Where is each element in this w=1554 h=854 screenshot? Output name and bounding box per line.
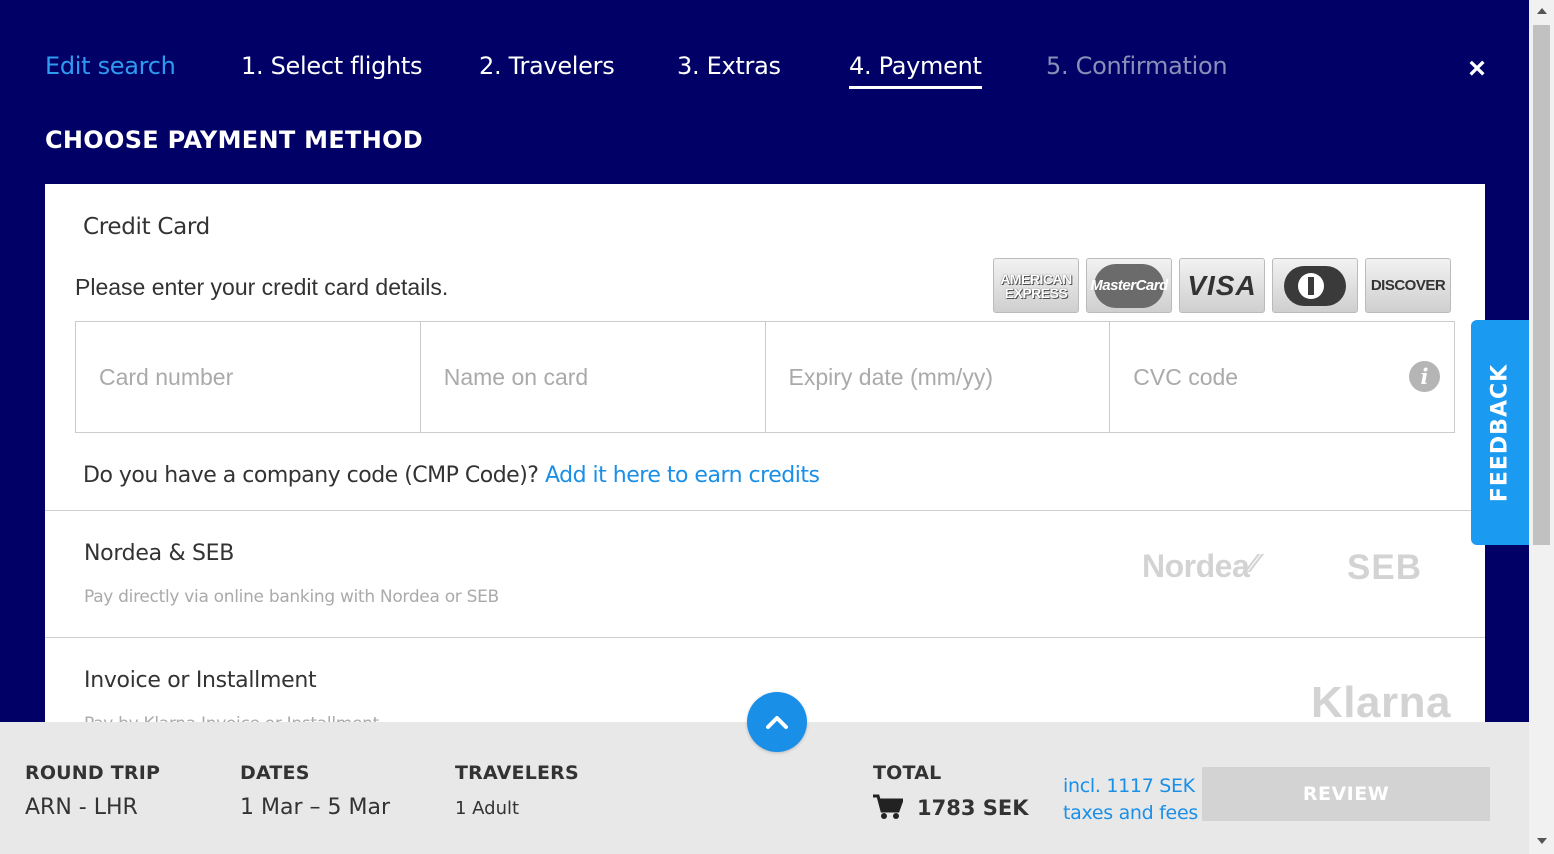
- checkout-steps-nav: Edit search 1. Select flights 2. Travele…: [0, 0, 1529, 110]
- step-payment[interactable]: 4. Payment: [849, 52, 982, 89]
- card-fields-group: i: [75, 321, 1455, 433]
- cart-icon: [873, 794, 903, 819]
- chevron-up-icon: [766, 716, 788, 729]
- divider: [45, 637, 1485, 638]
- amex-logo-icon: AMERICAN EXPRESS: [993, 258, 1079, 313]
- credit-card-title[interactable]: Credit Card: [83, 214, 210, 240]
- cvc-input[interactable]: [1110, 322, 1454, 432]
- page-scrollbar[interactable]: [1529, 0, 1554, 854]
- klarna-logo-icon: Klarna: [1311, 678, 1451, 722]
- seb-logo-icon: SEB: [1347, 548, 1422, 587]
- visa-logo-icon: VISA: [1179, 258, 1265, 313]
- company-code-question: Do you have a company code (CMP Code)?: [83, 463, 545, 488]
- company-code-prompt: Do you have a company code (CMP Code)? A…: [83, 463, 820, 488]
- close-icon[interactable]: ×: [1462, 54, 1492, 84]
- card-number-input[interactable]: [76, 322, 420, 432]
- invoice-description: Pay by Klarna Invoice or Installment: [84, 714, 379, 722]
- nordea-seb-description: Pay directly via online banking with Nor…: [84, 587, 499, 607]
- payment-methods-panel: Credit Card Please enter your credit car…: [45, 184, 1485, 722]
- feedback-tab[interactable]: FEEDBACK: [1471, 320, 1529, 545]
- travelers-value: 1 Adult: [455, 798, 520, 819]
- name-on-card-input[interactable]: [420, 322, 765, 432]
- cvc-cell: i: [1110, 322, 1454, 432]
- route-value: ARN - LHR: [25, 795, 138, 820]
- trip-type-label: ROUND TRIP: [25, 762, 161, 784]
- nordea-logo-icon: Nordea⁄⁄: [1142, 548, 1257, 584]
- step-confirmation: 5. Confirmation: [1046, 52, 1228, 80]
- diners-club-logo-icon: [1272, 258, 1358, 313]
- edit-search-link[interactable]: Edit search: [45, 52, 176, 80]
- total-label: TOTAL: [873, 762, 942, 784]
- taxes-and-fees-link[interactable]: incl. 1117 SEK taxes and fees: [1063, 773, 1198, 827]
- scrollbar-thumb[interactable]: [1533, 25, 1550, 545]
- invoice-title[interactable]: Invoice or Installment: [84, 668, 317, 693]
- nordea-seb-title[interactable]: Nordea & SEB: [84, 541, 234, 566]
- dates-label: DATES: [240, 762, 310, 784]
- scroll-to-top-button[interactable]: [747, 692, 807, 752]
- expiry-date-input[interactable]: [765, 322, 1110, 432]
- expiry-cell: [765, 322, 1111, 432]
- add-company-code-link[interactable]: Add it here to earn credits: [545, 463, 820, 488]
- scroll-up-arrow-icon[interactable]: [1537, 8, 1547, 14]
- discover-logo-icon: DISCOVER: [1365, 258, 1451, 313]
- travelers-label: TRAVELERS: [455, 762, 579, 784]
- card-number-cell: [76, 322, 421, 432]
- scroll-down-arrow-icon[interactable]: [1537, 838, 1547, 844]
- review-button[interactable]: REVIEW: [1202, 767, 1490, 821]
- card-logos: AMERICAN EXPRESS MasterCard VISA DISCOVE…: [993, 258, 1451, 313]
- mastercard-logo-icon: MasterCard: [1086, 258, 1172, 313]
- info-icon[interactable]: i: [1409, 361, 1440, 392]
- step-travelers[interactable]: 2. Travelers: [479, 52, 615, 80]
- total-price: 1783 SEK: [917, 796, 1029, 820]
- credit-card-instruction: Please enter your credit card details.: [75, 274, 449, 300]
- step-select-flights[interactable]: 1. Select flights: [241, 52, 423, 80]
- name-on-card-cell: [420, 322, 766, 432]
- feedback-label: FEEDBACK: [1487, 363, 1513, 502]
- dates-value: 1 Mar – 5 Mar: [240, 795, 390, 820]
- divider: [45, 510, 1485, 511]
- page-title: CHOOSE PAYMENT METHOD: [45, 126, 424, 154]
- step-extras[interactable]: 3. Extras: [677, 52, 781, 80]
